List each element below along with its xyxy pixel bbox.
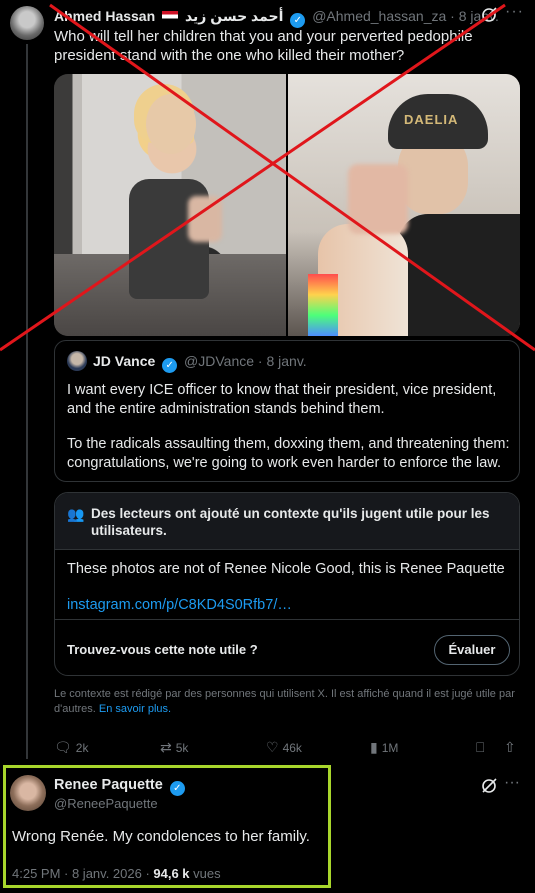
bookmark-icon: ⎕ — [476, 739, 485, 755]
reply-button[interactable]: 🗨 2k — [54, 739, 88, 756]
cap-text: DAELIA — [404, 112, 459, 127]
community-note-header: 👥 Des lecteurs ont ajouté un contexte qu… — [55, 493, 519, 550]
community-note-link[interactable]: instagram.com/p/C8KD4S0Rfb7/… — [67, 597, 292, 613]
quote-header: JD Vance ✓ @JDVance · 8 janv. — [93, 353, 307, 373]
reply-views-label: vues — [189, 866, 221, 881]
community-note-body: These photos are not of Renee Nicole Goo… — [67, 561, 505, 577]
like-button[interactable]: ♡ 46k — [266, 739, 302, 756]
views-count: 1M — [381, 741, 399, 755]
reply-author-handle[interactable]: @ReneePaquette — [54, 796, 158, 811]
blurred-face-left — [188, 196, 222, 242]
grok-icon[interactable] — [480, 777, 498, 795]
repost-count: 5k — [175, 741, 189, 755]
tweet-media[interactable]: DAELIA — [54, 74, 520, 336]
grok-icon[interactable] — [480, 6, 498, 24]
author-name-arabic[interactable]: أحمد حسن زيد — [185, 8, 283, 24]
reply-author-name-text[interactable]: Renee Paquette — [54, 777, 163, 793]
more-options-icon[interactable]: ··· — [504, 774, 520, 792]
quote-author-name[interactable]: JD Vance — [93, 353, 155, 369]
author-name[interactable]: Ahmed Hassan — [54, 8, 155, 24]
rate-note-button[interactable]: Évaluer — [434, 635, 510, 665]
views-icon: ▮ — [370, 739, 378, 755]
quote-paragraph-1: I want every ICE officer to know that th… — [67, 382, 497, 417]
share-button[interactable]: ⇧ — [504, 739, 520, 756]
reply-author-avatar[interactable] — [10, 775, 46, 811]
repost-button[interactable]: ⇄ 5k — [160, 739, 188, 756]
quoted-tweet[interactable]: JD Vance ✓ @JDVance · 8 janv. I want eve… — [54, 340, 520, 482]
community-note-footer: Le contexte est rédigé par des personnes… — [54, 687, 519, 717]
separator-dot: · — [450, 8, 459, 24]
bookmark-button[interactable]: ⎕ — [476, 739, 488, 756]
photo-divider — [286, 74, 288, 336]
thread-line — [26, 44, 28, 759]
reply-count: 2k — [75, 741, 89, 755]
divider — [55, 619, 519, 620]
note-rating-question: Trouvez-vous cette note utile ? — [67, 642, 258, 657]
quote-author-handle: @JDVance — [184, 353, 255, 369]
tweet-header: Ahmed Hassan أحمد حسن زيد ✓ @Ahmed_hassa… — [54, 7, 499, 28]
reply-meta: 4:25 PM · 8 janv. 2026 · 94,6 k vues — [12, 866, 221, 881]
author-handle[interactable]: @Ahmed_hassan_za — [312, 8, 446, 24]
quote-date: 8 janv. — [266, 353, 307, 369]
community-note: 👥 Des lecteurs ont ajouté un contexte qu… — [54, 492, 520, 676]
community-note-title: Des lecteurs ont ajouté un contexte qu'i… — [91, 506, 490, 538]
more-options-icon[interactable]: ··· — [505, 3, 524, 21]
like-count: 46k — [282, 741, 302, 755]
egypt-flag-icon — [162, 11, 179, 22]
verified-badge-icon: ✓ — [290, 13, 306, 28]
reply-timestamp[interactable]: 4:25 PM · 8 janv. 2026 · — [12, 866, 153, 881]
photo-right-rainbow-top — [308, 274, 338, 336]
repost-icon: ⇄ — [160, 739, 172, 755]
reply-view-count: 94,6 k — [153, 866, 190, 881]
verified-badge-icon: ✓ — [169, 781, 185, 796]
heart-icon: ♡ — [266, 739, 279, 755]
blurred-face-right — [348, 164, 408, 234]
share-icon: ⇧ — [504, 739, 516, 755]
learn-more-link[interactable]: En savoir plus. — [99, 703, 171, 715]
reply-author-name[interactable]: Renee Paquette ✓ — [54, 777, 188, 796]
tweet-text: Who will tell her children that you and … — [54, 28, 473, 64]
photo-right-jacket — [398, 214, 520, 336]
verified-badge-icon: ✓ — [162, 358, 178, 373]
quote-paragraph-2: To the radicals assaulting them, doxxing… — [67, 436, 510, 471]
photo-left-face — [146, 94, 196, 154]
people-icon: 👥 — [67, 506, 85, 522]
reply-icon: 🗨 — [54, 739, 72, 755]
reply-text: Wrong Renée. My condolences to her famil… — [12, 828, 310, 845]
author-avatar[interactable] — [10, 6, 44, 40]
quote-author-avatar[interactable] — [67, 351, 87, 371]
views-button[interactable]: ▮ 1M — [370, 739, 398, 756]
